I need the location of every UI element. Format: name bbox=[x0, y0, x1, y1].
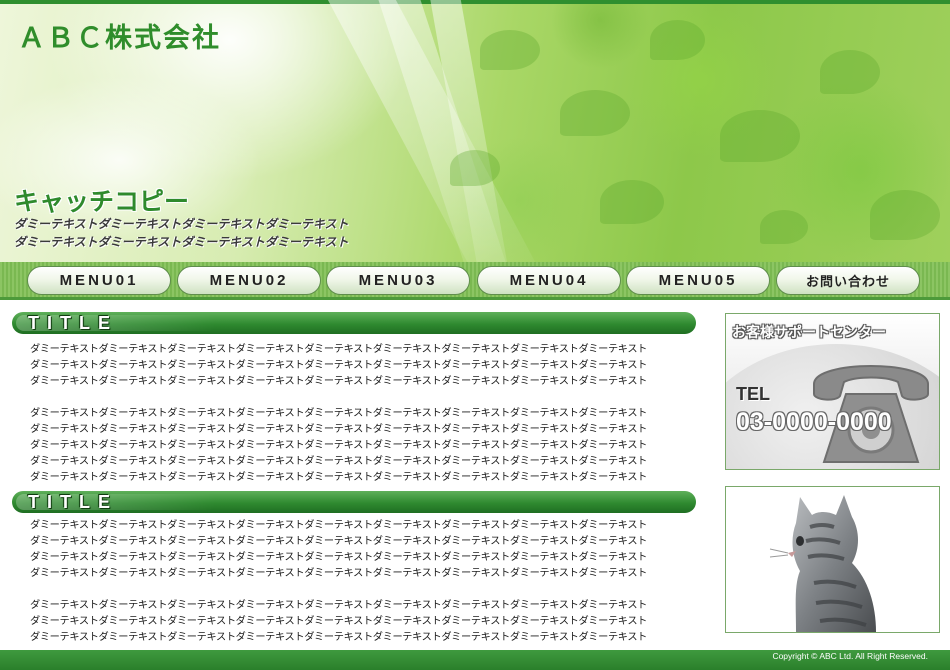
kitten-photo bbox=[726, 487, 939, 632]
paragraph-line: ダミーテキストダミーテキストダミーテキストダミーテキストダミーテキストダミーテキ… bbox=[30, 376, 648, 387]
support-center-title: お客様サポートセンター bbox=[732, 325, 886, 341]
tel-number: 03-0000-0000 bbox=[736, 408, 892, 436]
paragraph-line: ダミーテキストダミーテキストダミーテキストダミーテキストダミーテキストダミーテキ… bbox=[30, 456, 648, 467]
paragraph-line: ダミーテキストダミーテキストダミーテキストダミーテキストダミーテキストダミーテキ… bbox=[30, 360, 648, 371]
section-paragraph: ダミーテキストダミーテキストダミーテキストダミーテキストダミーテキストダミーテキ… bbox=[30, 342, 690, 390]
nav-menu04-button[interactable]: MENU04 bbox=[477, 266, 621, 295]
leaf-decoration bbox=[450, 150, 500, 186]
catch-copy-title: キャッチコピー bbox=[14, 187, 190, 216]
section-paragraph: ダミーテキストダミーテキストダミーテキストダミーテキストダミーテキストダミーテキ… bbox=[30, 406, 690, 486]
company-logo[interactable]: ＡＢＣ株式会社 bbox=[18, 16, 221, 55]
footer: Copyright © ABC Ltd. All Right Reserved. bbox=[0, 650, 950, 670]
kitten-image-box bbox=[725, 486, 940, 633]
section-title-bar: TITLE bbox=[12, 312, 696, 334]
tel-label: TEL bbox=[736, 384, 770, 404]
leaf-decoration bbox=[480, 30, 540, 70]
section-title-bar: TITLE bbox=[12, 491, 696, 513]
nav-menu03-button[interactable]: MENU03 bbox=[326, 266, 470, 295]
leaf-decoration bbox=[600, 180, 664, 224]
catch-copy-line: ダミーテキストダミーテキストダミーテキストダミーテキスト bbox=[14, 217, 349, 231]
section-title: TITLE bbox=[28, 313, 118, 333]
paragraph-line: ダミーテキストダミーテキストダミーテキストダミーテキストダミーテキストダミーテキ… bbox=[30, 344, 648, 355]
copyright-text: Copyright © ABC Ltd. All Right Reserved. bbox=[772, 651, 928, 661]
leaf-decoration bbox=[870, 190, 940, 240]
header-banner: ＡＢＣ株式会社 キャッチコピー ダミーテキストダミーテキストダミーテキストダミー… bbox=[0, 0, 950, 262]
paragraph-line: ダミーテキストダミーテキストダミーテキストダミーテキストダミーテキストダミーテキ… bbox=[30, 632, 648, 643]
paragraph-line: ダミーテキストダミーテキストダミーテキストダミーテキストダミーテキストダミーテキ… bbox=[30, 472, 648, 483]
support-center-banner[interactable]: お客様サポートセンター TEL 03-0000-0000 bbox=[725, 313, 940, 470]
nav-menu02-button[interactable]: MENU02 bbox=[177, 266, 321, 295]
leaf-decoration bbox=[650, 20, 705, 60]
leaf-decoration bbox=[720, 110, 800, 162]
section-paragraph: ダミーテキストダミーテキストダミーテキストダミーテキストダミーテキストダミーテキ… bbox=[30, 518, 690, 582]
paragraph-line: ダミーテキストダミーテキストダミーテキストダミーテキストダミーテキストダミーテキ… bbox=[30, 408, 648, 419]
nav-menu05-button[interactable]: MENU05 bbox=[626, 266, 770, 295]
paragraph-line: ダミーテキストダミーテキストダミーテキストダミーテキストダミーテキストダミーテキ… bbox=[30, 552, 648, 563]
nav-menu01-button[interactable]: MENU01 bbox=[27, 266, 171, 295]
paragraph-line: ダミーテキストダミーテキストダミーテキストダミーテキストダミーテキストダミーテキ… bbox=[30, 616, 648, 627]
header-top-line bbox=[0, 0, 950, 4]
main-nav: MENU01 MENU02 MENU03 MENU04 MENU05 お問い合わ… bbox=[0, 262, 950, 300]
nav-contact-button[interactable]: お問い合わせ bbox=[776, 266, 920, 295]
paragraph-line: ダミーテキストダミーテキストダミーテキストダミーテキストダミーテキストダミーテキ… bbox=[30, 536, 648, 547]
paragraph-line: ダミーテキストダミーテキストダミーテキストダミーテキストダミーテキストダミーテキ… bbox=[30, 520, 648, 531]
catch-copy-line: ダミーテキストダミーテキストダミーテキストダミーテキスト bbox=[14, 235, 349, 249]
paragraph-line: ダミーテキストダミーテキストダミーテキストダミーテキストダミーテキストダミーテキ… bbox=[30, 440, 648, 451]
leaf-decoration bbox=[760, 210, 808, 244]
section-title: TITLE bbox=[28, 492, 118, 512]
leaf-decoration bbox=[820, 50, 880, 94]
paragraph-line: ダミーテキストダミーテキストダミーテキストダミーテキストダミーテキストダミーテキ… bbox=[30, 600, 648, 611]
leaf-decoration bbox=[560, 90, 630, 136]
section-paragraph: ダミーテキストダミーテキストダミーテキストダミーテキストダミーテキストダミーテキ… bbox=[30, 598, 690, 646]
paragraph-line: ダミーテキストダミーテキストダミーテキストダミーテキストダミーテキストダミーテキ… bbox=[30, 568, 648, 579]
paragraph-line: ダミーテキストダミーテキストダミーテキストダミーテキストダミーテキストダミーテキ… bbox=[30, 424, 648, 435]
